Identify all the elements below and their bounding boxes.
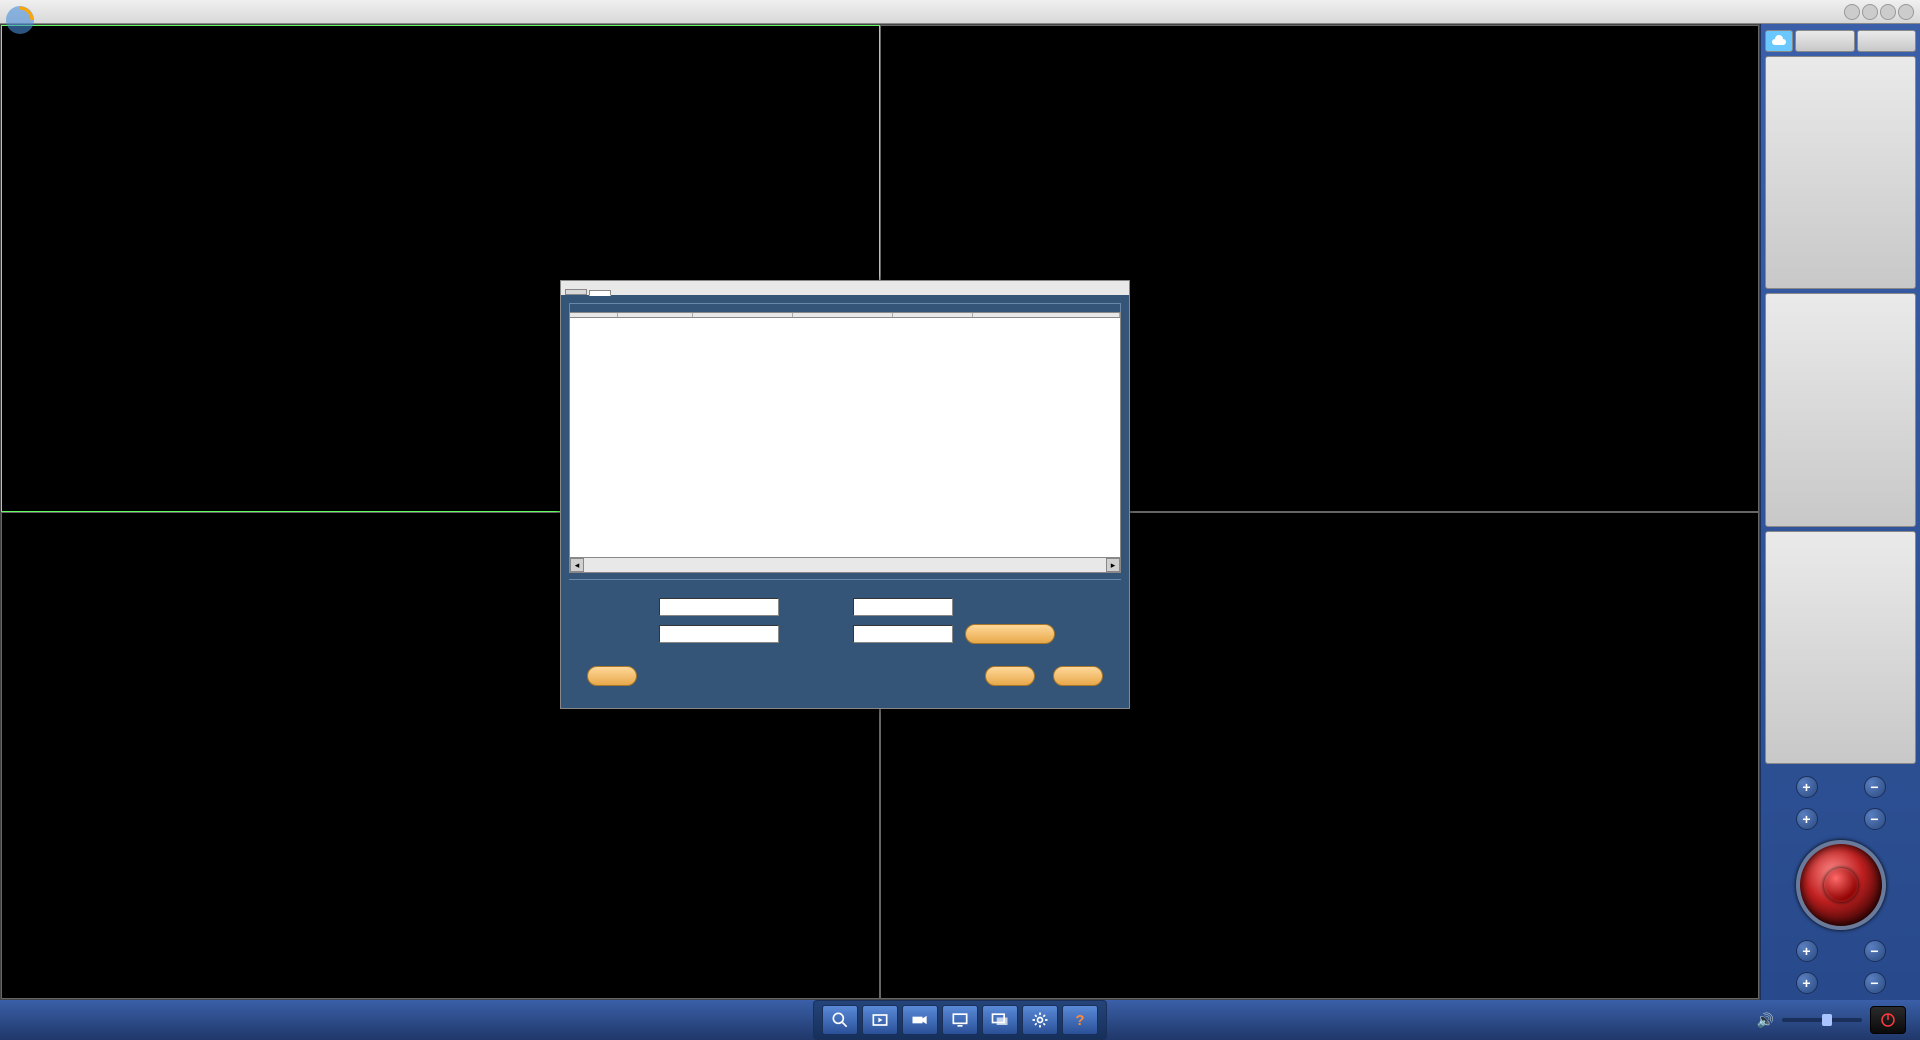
volume-slider[interactable] xyxy=(1782,1018,1862,1022)
bottom-bar: ? 🔊 xyxy=(0,1000,1920,1040)
toolbar: ? xyxy=(813,1000,1107,1040)
password-input[interactable] xyxy=(853,625,953,643)
power-button[interactable] xyxy=(1870,1006,1906,1034)
net-addr-input[interactable] xyxy=(659,625,779,643)
focus-in-button[interactable]: + xyxy=(1796,808,1818,830)
dialog-buttons xyxy=(569,654,1121,700)
device-list-tab[interactable] xyxy=(1765,56,1916,289)
camera-tool-icon[interactable] xyxy=(902,1005,938,1035)
zoom-out-button[interactable]: − xyxy=(1864,776,1886,798)
col-port[interactable] xyxy=(893,313,973,317)
search-device-button[interactable] xyxy=(587,666,637,686)
modify-button[interactable] xyxy=(965,624,1055,644)
device-id-input[interactable] xyxy=(659,598,779,616)
close-button[interactable] xyxy=(1898,4,1914,20)
remote-playback-tab[interactable] xyxy=(1765,293,1916,526)
monitor-tool-icon[interactable] xyxy=(942,1005,978,1035)
dialog-body: ◂ ▸ xyxy=(561,295,1129,708)
wiper-on-button[interactable]: + xyxy=(1796,972,1818,994)
svg-text:?: ? xyxy=(1075,1012,1084,1029)
upload-photo-tab[interactable] xyxy=(1795,30,1855,52)
cloud-icon[interactable] xyxy=(1765,30,1793,52)
form-title xyxy=(569,579,1121,588)
cancel-button[interactable] xyxy=(1053,666,1103,686)
tab-auto-add[interactable] xyxy=(589,290,611,296)
watermark-logo xyxy=(4,4,36,36)
username-input[interactable] xyxy=(853,598,953,616)
volume-icon[interactable]: 🔊 xyxy=(1757,1012,1774,1029)
window-controls xyxy=(1844,4,1914,20)
col-mac[interactable] xyxy=(973,313,1120,317)
tab-manual-add[interactable] xyxy=(565,289,587,295)
zoom-in-button[interactable]: + xyxy=(1796,776,1818,798)
title-bar xyxy=(0,0,1920,24)
iris-close-button[interactable]: − xyxy=(1864,940,1886,962)
col-device-id[interactable] xyxy=(618,313,693,317)
scroll-left-icon[interactable]: ◂ xyxy=(570,558,584,572)
dialog-tabs xyxy=(561,287,1129,295)
credentials-form xyxy=(569,579,1121,654)
col-gateway[interactable] xyxy=(793,313,893,317)
search-tool-icon[interactable] xyxy=(822,1005,858,1035)
device-list-title xyxy=(569,303,1121,312)
maximize-button[interactable] xyxy=(1880,4,1896,20)
ptz-joystick[interactable] xyxy=(1796,840,1886,930)
settings-tool-icon[interactable] xyxy=(1022,1005,1058,1035)
restore-button[interactable] xyxy=(1862,4,1878,20)
side-panel: + − + − + − + − xyxy=(1760,24,1920,1000)
help-tool-icon[interactable]: ? xyxy=(1062,1005,1098,1035)
device-manage-dialog: ◂ ▸ xyxy=(560,280,1130,709)
local-login-tab[interactable] xyxy=(1857,30,1917,52)
minimize-button[interactable] xyxy=(1844,4,1860,20)
iris-open-button[interactable]: + xyxy=(1796,940,1818,962)
h-scrollbar[interactable]: ◂ ▸ xyxy=(569,558,1121,573)
record-tool-icon[interactable] xyxy=(862,1005,898,1035)
remote-ptz-tab[interactable] xyxy=(1765,531,1916,764)
ok-button[interactable] xyxy=(985,666,1035,686)
focus-out-button[interactable]: − xyxy=(1864,808,1886,830)
scroll-right-icon[interactable]: ▸ xyxy=(1106,558,1120,572)
device-list-body[interactable] xyxy=(569,318,1121,558)
display-tool-icon[interactable] xyxy=(982,1005,1018,1035)
col-net-addr[interactable] xyxy=(693,313,793,317)
scroll-track[interactable] xyxy=(584,558,1106,572)
ptz-controls: + − + − + − + − xyxy=(1765,776,1916,994)
bottom-right-controls: 🔊 xyxy=(1757,1006,1906,1034)
col-index[interactable] xyxy=(570,313,618,317)
wiper-off-button[interactable]: − xyxy=(1864,972,1886,994)
